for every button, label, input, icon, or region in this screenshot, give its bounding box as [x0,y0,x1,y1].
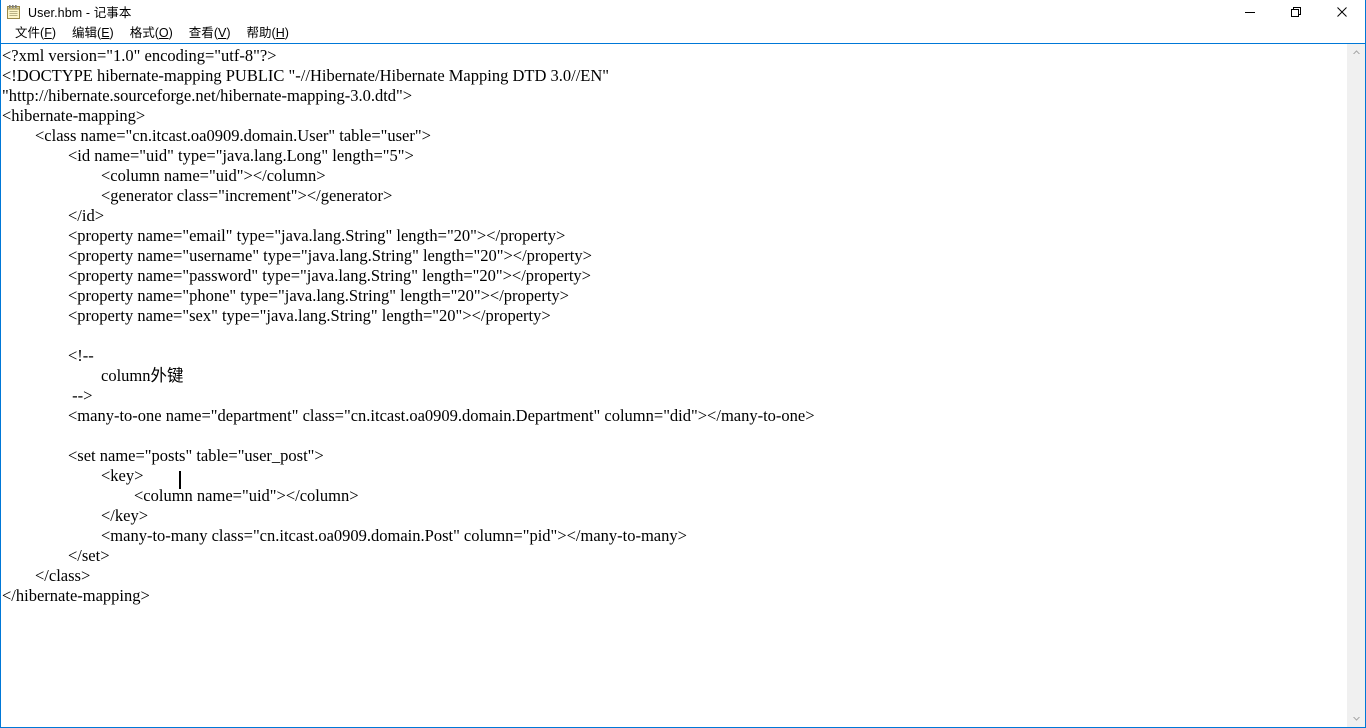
menu-item-help[interactable]: 帮助(H) [239,23,297,43]
menu-item-view-label: 查看 [188,26,214,40]
maximize-restore-button[interactable] [1273,0,1319,23]
menu-item-help-label: 帮助 [246,26,272,40]
close-button[interactable] [1319,0,1365,23]
window-controls [1227,0,1365,23]
minimize-icon [1245,11,1255,13]
menu-item-edit-label: 编辑 [72,26,98,40]
menu-item-edit-accel: E [101,26,110,40]
text-caret [179,471,181,489]
menu-item-help-accel: H [275,26,285,40]
menu-item-file-label: 文件 [15,26,41,40]
menu-item-file[interactable]: 文件(F) [7,23,64,43]
menu-item-format-label: 格式 [129,26,155,40]
vertical-scrollbar[interactable] [1347,44,1365,727]
menu-item-format-accel: O [158,26,169,40]
chevron-down-icon [1353,717,1360,721]
title-bar[interactable]: User.hbm - 记事本 [1,0,1365,23]
menu-item-format[interactable]: 格式(O) [122,23,181,43]
notepad-icon [6,4,22,20]
window-title: User.hbm - 记事本 [28,6,132,20]
menu-item-view[interactable]: 查看(V) [181,23,239,43]
menu-item-edit[interactable]: 编辑(E) [64,23,122,43]
client-area: <?xml version="1.0" encoding="utf-8"?> <… [1,43,1365,727]
menu-bar: 文件(F) 编辑(E) 格式(O) 查看(V) 帮助(H) [1,23,1365,43]
editor-content[interactable]: <?xml version="1.0" encoding="utf-8"?> <… [2,46,815,606]
notepad-window: User.hbm - 记事本 文件(F) 编辑(E) 格式(O) 查看(V) 帮… [0,0,1366,728]
restore-icon [1291,6,1301,17]
chevron-up-icon [1353,50,1360,54]
menu-item-file-accel: F [44,26,52,40]
text-editor[interactable]: <?xml version="1.0" encoding="utf-8"?> <… [1,44,1347,727]
minimize-button[interactable] [1227,0,1273,23]
close-icon [1337,6,1347,17]
scrollbar-track[interactable] [1348,61,1365,710]
scroll-down-button[interactable] [1348,710,1365,727]
menu-item-view-accel: V [217,26,227,40]
scroll-up-button[interactable] [1348,44,1365,61]
